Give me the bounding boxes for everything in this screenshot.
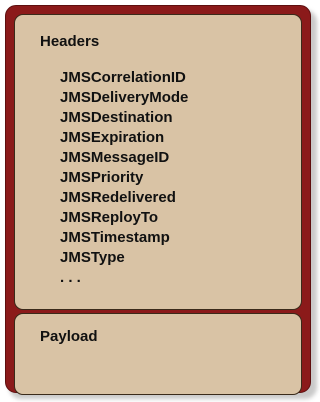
header-ellipsis: . . .: [60, 269, 81, 286]
payload-title: Payload: [40, 328, 98, 345]
header-item: JMSCorrelationID: [60, 69, 186, 86]
header-item: JMSRedelivered: [60, 189, 176, 206]
header-list: JMSCorrelationID JMSDeliveryMode JMSDest…: [60, 68, 188, 288]
header-item: JMSExpiration: [60, 129, 165, 146]
header-item: JMSMessageID: [60, 149, 170, 166]
headers-section: Headers JMSCorrelationID JMSDeliveryMode…: [14, 14, 302, 310]
payload-section: Payload: [14, 313, 302, 395]
header-item: JMSPriority: [60, 169, 144, 186]
jms-message-diagram: Headers JMSCorrelationID JMSDeliveryMode…: [0, 0, 320, 402]
message-frame: Headers JMSCorrelationID JMSDeliveryMode…: [5, 5, 311, 395]
header-item: JMSDeliveryMode: [60, 89, 189, 106]
header-item: JMSTimestamp: [60, 229, 170, 246]
header-item: JMSReployTo: [60, 209, 159, 226]
header-item: JMSDestination: [60, 109, 173, 126]
headers-title: Headers: [40, 33, 100, 50]
header-item: JMSType: [60, 249, 125, 266]
